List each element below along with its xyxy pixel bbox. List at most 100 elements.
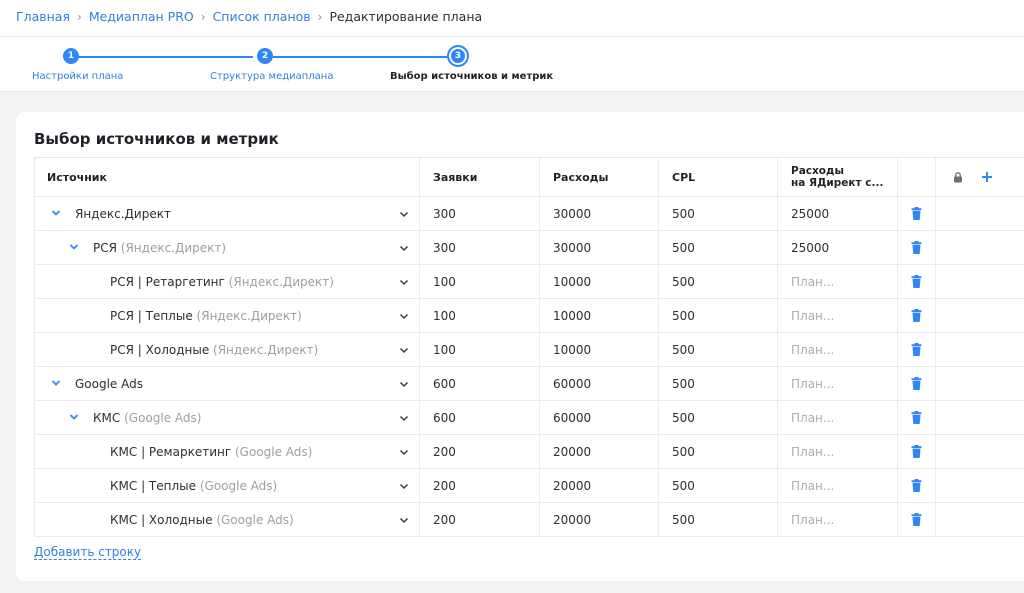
cpl-cell[interactable]: 500 (659, 401, 778, 434)
add-row-link[interactable]: Добавить строку (34, 545, 142, 560)
cpl-value: 500 (672, 240, 695, 255)
cpl-cell[interactable]: 500 (659, 299, 778, 332)
chevron-down-icon[interactable] (397, 377, 411, 391)
cost-cell[interactable]: 20000 (540, 469, 659, 502)
trash-icon[interactable] (911, 513, 922, 526)
step-2-label[interactable]: Структура медиаплана (210, 71, 333, 82)
cost-cell[interactable]: 60000 (540, 367, 659, 400)
leads-cell[interactable]: 200 (420, 469, 540, 502)
cpl-cell[interactable]: 500 (659, 503, 778, 536)
cost-cell[interactable]: 10000 (540, 333, 659, 366)
trash-icon[interactable] (911, 445, 922, 458)
source-cell[interactable]: КМС | Теплые (Google Ads) (35, 469, 420, 502)
chevron-down-icon[interactable] (397, 411, 411, 425)
cost-cell[interactable]: 10000 (540, 299, 659, 332)
expand-chevron-icon[interactable] (69, 241, 83, 255)
cpl-cell[interactable]: 500 (659, 197, 778, 230)
lock-icon[interactable] (952, 171, 964, 183)
table-row: РСЯ | Ретаргетинг (Яндекс.Директ) 100 10… (34, 265, 1024, 299)
cost-cell[interactable]: 60000 (540, 401, 659, 434)
trash-icon[interactable] (911, 275, 922, 288)
cpl-cell[interactable]: 500 (659, 469, 778, 502)
leads-cell[interactable]: 100 (420, 333, 540, 366)
breadcrumb-mediaplan-pro[interactable]: Медиаплан PRO (89, 9, 194, 24)
plus-icon[interactable] (981, 171, 993, 183)
source-cell[interactable]: КМС | Ремаркетинг (Google Ads) (35, 435, 420, 468)
source-name: КМС | Холодные (Google Ads) (110, 513, 294, 527)
cost-cell[interactable]: 30000 (540, 231, 659, 264)
chevron-down-icon[interactable] (397, 513, 411, 527)
yd-cost-cell[interactable]: План... (778, 333, 898, 366)
leads-value: 200 (433, 444, 456, 459)
source-cell[interactable]: РСЯ | Ретаргетинг (Яндекс.Директ) (35, 265, 420, 298)
cost-cell[interactable]: 30000 (540, 197, 659, 230)
chevron-down-icon[interactable] (397, 207, 411, 221)
trash-icon[interactable] (911, 241, 922, 254)
source-cell[interactable]: Google Ads (35, 367, 420, 400)
trash-icon[interactable] (911, 377, 922, 390)
trash-icon[interactable] (911, 207, 922, 220)
yd-cost-cell[interactable]: План... (778, 435, 898, 468)
leads-cell[interactable]: 100 (420, 299, 540, 332)
cost-cell[interactable]: 20000 (540, 503, 659, 536)
leads-cell[interactable]: 200 (420, 435, 540, 468)
yd-cost-cell[interactable]: План... (778, 367, 898, 400)
chevron-down-icon[interactable] (397, 309, 411, 323)
yd-cost-cell[interactable]: План... (778, 503, 898, 536)
yd-cost-value: 25000 (791, 206, 830, 221)
source-cell[interactable]: КМС (Google Ads) (35, 401, 420, 434)
expand-chevron-icon[interactable] (69, 411, 83, 425)
breadcrumb-home[interactable]: Главная (16, 9, 70, 24)
step-2-marker[interactable]: 2 (257, 48, 273, 64)
chevron-down-icon[interactable] (397, 241, 411, 255)
cpl-cell[interactable]: 500 (659, 367, 778, 400)
cost-value: 10000 (553, 274, 592, 289)
top-bar: Главная › Медиаплан PRO › Список планов … (0, 0, 1024, 92)
leads-cell[interactable]: 600 (420, 401, 540, 434)
actions-cell (936, 401, 1024, 434)
leads-cell[interactable]: 200 (420, 503, 540, 536)
trash-icon[interactable] (911, 309, 922, 322)
yd-cost-cell[interactable]: 25000 (778, 231, 898, 264)
leads-cell[interactable]: 100 (420, 265, 540, 298)
leads-value: 100 (433, 308, 456, 323)
cpl-cell[interactable]: 500 (659, 231, 778, 264)
leads-value: 200 (433, 512, 456, 527)
chevron-down-icon[interactable] (397, 479, 411, 493)
chevron-down-icon[interactable] (397, 275, 411, 289)
source-cell[interactable]: РСЯ | Теплые (Яндекс.Директ) (35, 299, 420, 332)
leads-cell[interactable]: 300 (420, 197, 540, 230)
cpl-cell[interactable]: 500 (659, 435, 778, 468)
trash-icon[interactable] (911, 479, 922, 492)
cpl-value: 500 (672, 478, 695, 493)
leads-cell[interactable]: 600 (420, 367, 540, 400)
expand-chevron-icon[interactable] (51, 207, 65, 221)
step-1-label[interactable]: Настройки плана (32, 71, 123, 82)
yd-cost-cell[interactable]: 25000 (778, 197, 898, 230)
leads-cell[interactable]: 300 (420, 231, 540, 264)
trash-icon[interactable] (911, 343, 922, 356)
expand-chevron-icon[interactable] (51, 377, 65, 391)
breadcrumb-plan-list[interactable]: Список планов (213, 9, 311, 24)
yd-cost-cell[interactable]: План... (778, 265, 898, 298)
leads-value: 600 (433, 410, 456, 425)
actions-cell (936, 333, 1024, 366)
yd-cost-cell[interactable]: План... (778, 469, 898, 502)
chevron-down-icon[interactable] (397, 445, 411, 459)
source-cell[interactable]: РСЯ | Холодные (Яндекс.Директ) (35, 333, 420, 366)
step-1-marker[interactable]: 1 (63, 48, 79, 64)
chevron-down-icon[interactable] (397, 343, 411, 357)
source-cell[interactable]: РСЯ (Яндекс.Директ) (35, 231, 420, 264)
step-3-marker: 3 (447, 45, 469, 67)
yd-cost-cell[interactable]: План... (778, 401, 898, 434)
cpl-cell[interactable]: 500 (659, 333, 778, 366)
table-row: КМС | Ремаркетинг (Google Ads) 200 20000… (34, 435, 1024, 469)
cpl-cell[interactable]: 500 (659, 265, 778, 298)
source-cell[interactable]: КМС | Холодные (Google Ads) (35, 503, 420, 536)
trash-icon[interactable] (911, 411, 922, 424)
cost-cell[interactable]: 10000 (540, 265, 659, 298)
cost-cell[interactable]: 20000 (540, 435, 659, 468)
card-title: Выбор источников и метрик (34, 130, 279, 148)
yd-cost-cell[interactable]: План... (778, 299, 898, 332)
source-cell[interactable]: Яндекс.Директ (35, 197, 420, 230)
